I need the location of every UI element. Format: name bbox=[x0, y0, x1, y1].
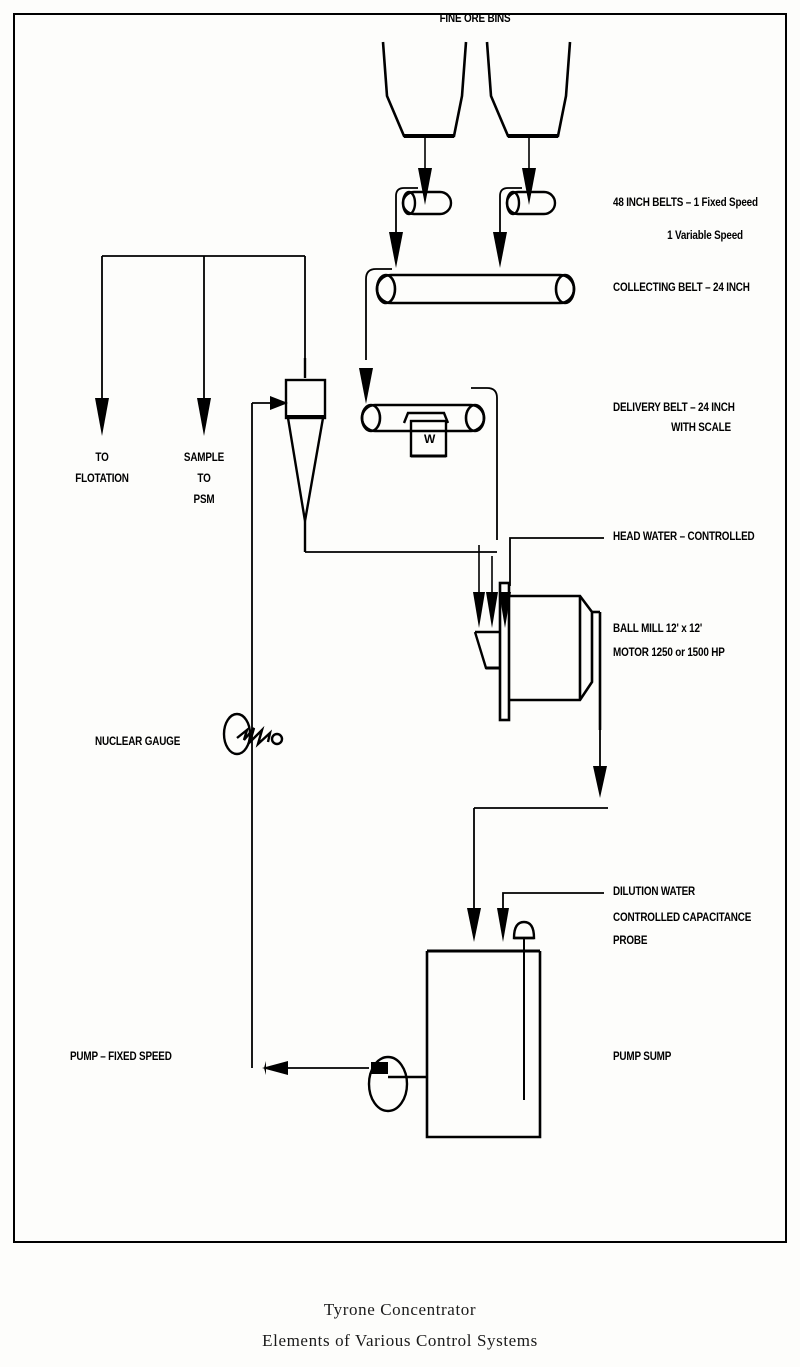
ball-mill-feed-chute bbox=[473, 630, 500, 670]
label-ball-mill-line2: MOTOR 1250 or 1500 HP bbox=[613, 647, 725, 659]
cyclone-underflow-line bbox=[251, 551, 497, 730]
bin-discharge-lines bbox=[424, 136, 530, 170]
label-collecting-belt: COLLECTING BELT – 24 INCH bbox=[613, 282, 750, 294]
ball-mill-feed-arrows bbox=[473, 545, 511, 628]
delivery-belt-24 bbox=[360, 403, 486, 433]
cyclone bbox=[284, 358, 327, 552]
label-ball-mill-line1: BALL MILL 12' x 12' bbox=[613, 623, 703, 635]
diagram-page: FINE ORE BINS 48 INCH BELTS – 1 Fixed Sp… bbox=[0, 0, 800, 1367]
flow-arrow-belt-to-collecting-left bbox=[389, 232, 403, 268]
capacitance-probe bbox=[512, 920, 536, 1100]
delivery-belt-return-line bbox=[471, 387, 498, 540]
ball-mill bbox=[498, 581, 602, 730]
label-pump-fixed-speed: PUMP – FIXED SPEED bbox=[70, 1051, 172, 1063]
product-manifold bbox=[101, 255, 306, 402]
figure-title-line-1: Tyrone Concentrator bbox=[323, 1300, 477, 1319]
cyclone-feed-line bbox=[251, 402, 272, 554]
label-delivery-belt-line1: DELIVERY BELT – 24 INCH bbox=[613, 402, 735, 414]
flow-arrow-sample-to-psm bbox=[197, 398, 211, 436]
label-to-flotation-line1: TO bbox=[95, 452, 109, 464]
nuclear-gauge bbox=[222, 712, 284, 756]
label-sample-to-psm-line1: SAMPLE bbox=[183, 452, 225, 464]
feeder-belt-48-right bbox=[505, 190, 557, 216]
feeder-belt-48-left bbox=[401, 190, 453, 216]
sump-pump bbox=[367, 1055, 427, 1113]
label-capacitance-probe-line2: PROBE bbox=[613, 935, 648, 947]
pump-discharge-line bbox=[251, 730, 369, 1069]
label-scale-weight-symbol: W bbox=[424, 432, 436, 446]
label-pump-sump: PUMP SUMP bbox=[613, 1051, 672, 1063]
flow-arrow-to-sump-left bbox=[467, 908, 481, 942]
label-delivery-belt-line2: WITH SCALE bbox=[671, 422, 731, 434]
flow-arrow-bin-to-belt-right bbox=[522, 168, 536, 205]
fine-ore-bin-right bbox=[485, 41, 572, 138]
label-head-water: HEAD WATER – CONTROLLED bbox=[613, 531, 755, 543]
label-48-inch-belts-line1: 48 INCH BELTS – 1 Fixed Speed bbox=[613, 197, 758, 209]
label-sample-to-psm-line3: PSM bbox=[193, 494, 215, 506]
label-capacitance-probe-line1: CONTROLLED CAPACITANCE bbox=[613, 912, 752, 924]
fine-ore-bin-left bbox=[381, 41, 468, 138]
dilution-water-line bbox=[502, 892, 604, 908]
flow-arrow-bin-to-belt-left bbox=[418, 168, 432, 205]
figure-title-line-2: Elements of Various Control Systems bbox=[262, 1331, 538, 1350]
flow-arrow-belt-to-collecting-right bbox=[493, 232, 507, 268]
head-water-line bbox=[509, 537, 604, 586]
collecting-belt-24 bbox=[375, 273, 576, 305]
label-dilution-water: DILUTION WATER bbox=[613, 886, 696, 898]
flow-arrow-mill-discharge bbox=[593, 766, 607, 798]
label-to-flotation-line2: FLOTATION bbox=[75, 473, 129, 485]
flow-arrow-pump-discharge bbox=[262, 1061, 288, 1075]
flow-arrow-to-flotation bbox=[95, 398, 109, 436]
flow-arrow-collecting-to-delivery bbox=[359, 368, 373, 404]
ball-mill-discharge-line bbox=[473, 730, 608, 912]
label-sample-to-psm-line2: TO bbox=[197, 473, 211, 485]
label-nuclear-gauge: NUCLEAR GAUGE bbox=[95, 736, 181, 748]
label-fine-ore-bins: FINE ORE BINS bbox=[439, 13, 511, 25]
label-48-inch-belts-line2: 1 Variable Speed bbox=[667, 230, 743, 242]
flow-arrow-dilution-water bbox=[497, 908, 509, 942]
